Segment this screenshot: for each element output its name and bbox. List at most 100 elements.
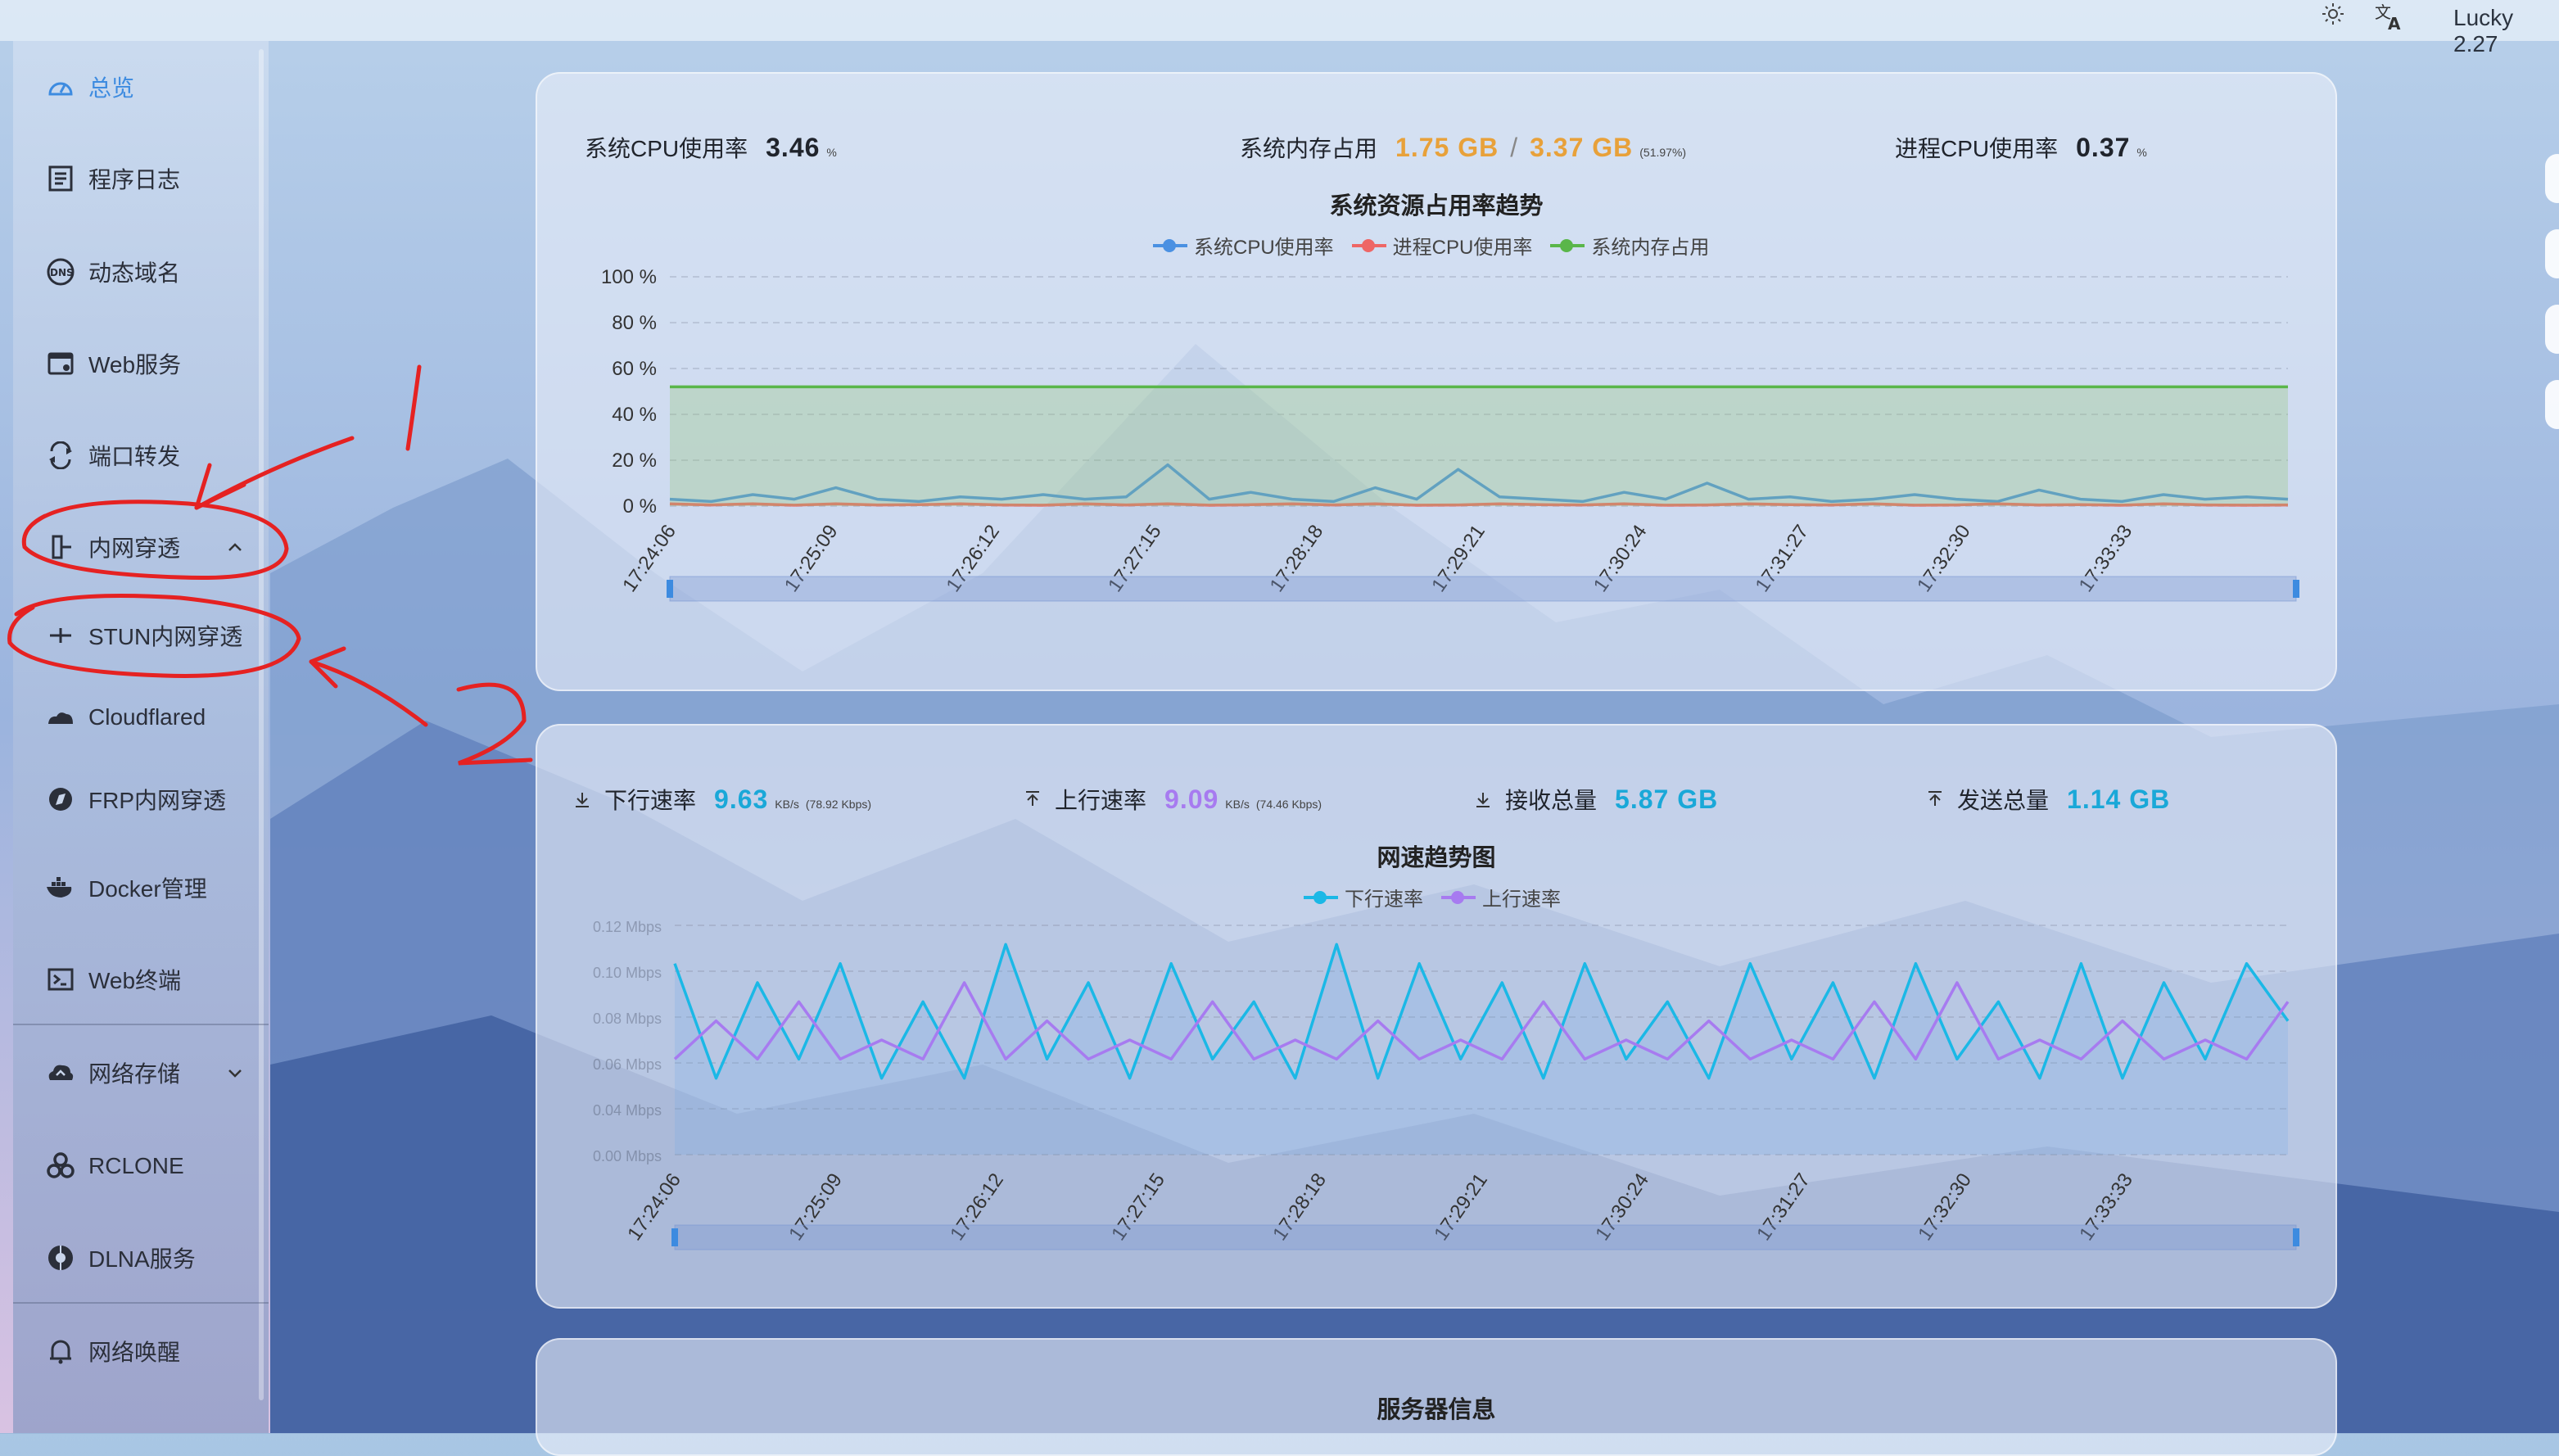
- sidebar-item-label: 网络唤醒: [88, 1340, 181, 1365]
- y-tick-label: 100 %: [601, 266, 657, 288]
- sidebar-item-label: 端口转发: [88, 444, 181, 469]
- sidebar-item-dlna[interactable]: DLNA服务: [13, 1225, 269, 1291]
- sidebar-item-logs[interactable]: 程序日志: [13, 146, 269, 211]
- tunnel-icon: [44, 531, 77, 563]
- sidebar-item-label: Cloudflared: [88, 704, 206, 730]
- sidebar-item-overview[interactable]: 总览: [13, 54, 269, 120]
- download-rate-label: 下行速率: [604, 788, 697, 813]
- zoom-slider[interactable]: [674, 1224, 2297, 1250]
- chevron-down-icon[interactable]: [223, 1060, 247, 1085]
- y-tick-label: 0.08 Mbps: [593, 1011, 662, 1027]
- docker-icon: [44, 871, 77, 904]
- version-label: Lucky 2.27: [2453, 5, 2514, 57]
- system-resources-card: 系统CPU使用率 3.46 % 系统内存占用 1.75 GB / 3.37 GB…: [536, 72, 2337, 691]
- system-cpu-label: 系统CPU使用率: [585, 136, 748, 161]
- sidebar-item-port-forward[interactable]: 端口转发: [13, 423, 269, 488]
- sidebar-item-label: 程序日志: [88, 167, 181, 192]
- side-tool-button[interactable]: [2545, 380, 2559, 429]
- download-rate-stat: 下行速率 9.63 KB/s (78.92 Kbps): [573, 783, 871, 816]
- sidebar-item-cloudflared[interactable]: Cloudflared: [13, 685, 269, 750]
- sidebar-item-label: STUN内网穿透: [88, 624, 243, 649]
- upload-rate-stat: 上行速率 9.09 KB/s (74.46 Kbps): [1024, 783, 1322, 816]
- sidebar-divider: [13, 1024, 269, 1025]
- side-tool-button[interactable]: [2545, 229, 2559, 278]
- theme-toggle-icon[interactable]: [2321, 2, 2345, 32]
- sidebar-item-docker[interactable]: Docker管理: [13, 855, 269, 920]
- stun-icon: [44, 619, 77, 652]
- svg-text:DNS: DNS: [50, 267, 74, 278]
- upload-arrow-icon: [1024, 788, 1042, 814]
- sidebar-divider: [13, 1302, 269, 1304]
- sidebar-item-label: Docker管理: [88, 876, 207, 902]
- upload-rate-label: 上行速率: [1055, 788, 1147, 813]
- process-cpu-unit: %: [2136, 146, 2147, 159]
- network-chart-title: 网速趋势图: [1377, 845, 1496, 871]
- sidebar-item-web-service[interactable]: Web服务: [13, 331, 269, 396]
- download-arrow-icon: [573, 788, 591, 814]
- system-cpu-stat: 系统CPU使用率 3.46 %: [585, 131, 837, 164]
- terminal-icon: [44, 963, 77, 996]
- process-cpu-stat: 进程CPU使用率 0.37 %: [1895, 131, 2147, 164]
- sidebar: 总览 程序日志 DNS 动态域名 Web服务 端口转发 内网穿透 STUN内网穿…: [13, 41, 269, 1433]
- translate-icon[interactable]: 文A: [2373, 0, 2406, 38]
- received-total-value: 5.87 GB: [1615, 785, 1719, 814]
- bell-icon: [44, 1335, 77, 1368]
- system-cpu-unit: %: [826, 146, 837, 159]
- zoom-handle-right[interactable]: [2293, 580, 2299, 598]
- system-memory-stat: 系统内存占用 1.75 GB / 3.37 GB (51.97%): [1240, 131, 1686, 164]
- side-tool-button[interactable]: [2545, 154, 2559, 203]
- sidebar-item-stun[interactable]: STUN内网穿透: [13, 603, 269, 668]
- zoom-handle-left[interactable]: [671, 1228, 678, 1246]
- y-tick-label: 0.00 Mbps: [593, 1148, 662, 1164]
- zoom-handle-left[interactable]: [667, 580, 673, 598]
- sidebar-item-tunnel[interactable]: 内网穿透: [13, 514, 269, 580]
- sidebar-item-label: RCLONE: [88, 1153, 184, 1178]
- y-tick-label: 40 %: [612, 404, 657, 426]
- sent-total-stat: 发送总量 1.14 GB: [1926, 783, 2170, 816]
- log-icon: [44, 162, 77, 195]
- system-cpu-value: 3.46: [766, 133, 821, 162]
- sidebar-item-label: 动态域名: [88, 260, 181, 286]
- memory-total-value: 3.37 GB: [1530, 133, 1634, 162]
- sidebar-item-rclone[interactable]: RCLONE: [13, 1133, 269, 1199]
- system-chart-title: 系统资源占用率趋势: [1329, 193, 1544, 219]
- sidebar-item-label: Web终端: [88, 968, 182, 993]
- sent-total-label: 发送总量: [1957, 788, 2050, 813]
- top-bar: 文A Lucky 2.27: [0, 0, 2559, 57]
- download-rate-kbps: (78.92 Kbps): [805, 798, 872, 811]
- network-speed-card: 下行速率 9.63 KB/s (78.92 Kbps) 上行速率 9.09 KB…: [536, 724, 2337, 1309]
- sidebar-item-label: Web服务: [88, 352, 182, 378]
- dlna-icon: [44, 1241, 77, 1274]
- received-total-label: 接收总量: [1505, 788, 1598, 813]
- y-tick-label: 0.06 Mbps: [593, 1056, 662, 1073]
- memory-percent: (51.97%): [1639, 146, 1687, 159]
- sidebar-item-network-storage[interactable]: 网络存储: [13, 1040, 269, 1106]
- sidebar-item-label: DLNA服务: [88, 1246, 196, 1272]
- sidebar-item-ddns[interactable]: DNS 动态域名: [13, 239, 269, 305]
- side-tool-button[interactable]: [2545, 305, 2559, 354]
- network-speed-chart: 0.12 Mbps 0.10 Mbps 0.08 Mbps 0.06 Mbps 0.04…: [593, 919, 2299, 1250]
- y-tick-label: 0.04 Mbps: [593, 1102, 662, 1119]
- sidebar-item-label: 内网穿透: [88, 536, 181, 561]
- chevron-up-icon[interactable]: [223, 535, 247, 559]
- system-resource-chart: 100 %80 %60 %40 %20 %0 %17:24:06 17:25:09…: [601, 266, 2299, 602]
- zoom-slider[interactable]: [669, 576, 2297, 602]
- sidebar-item-label: FRP内网穿透: [88, 788, 227, 813]
- system-memory-label: 系统内存占用: [1240, 136, 1378, 161]
- cloud-storage-icon: [44, 1056, 77, 1089]
- server-info-title: 服务器信息: [1377, 1397, 1496, 1423]
- sidebar-item-web-terminal[interactable]: Web终端: [13, 947, 269, 1012]
- server-info-card: 服务器信息: [536, 1338, 2337, 1456]
- web-service-icon: [44, 347, 77, 380]
- download-arrow-icon: [1474, 788, 1492, 814]
- y-tick-label: 0.10 Mbps: [593, 965, 662, 981]
- sidebar-item-frp[interactable]: FRP内网穿透: [13, 766, 269, 832]
- port-forward-icon: [44, 439, 77, 472]
- upload-rate-unit: KB/s: [1225, 798, 1250, 811]
- sidebar-item-wake-on-lan[interactable]: 网络唤醒: [13, 1318, 269, 1384]
- cloudflare-icon: [44, 701, 77, 734]
- zoom-handle-right[interactable]: [2293, 1228, 2299, 1246]
- dashboard-icon: [44, 70, 77, 103]
- process-cpu-value: 0.37: [2076, 133, 2131, 162]
- y-tick-label: 0 %: [623, 495, 657, 518]
